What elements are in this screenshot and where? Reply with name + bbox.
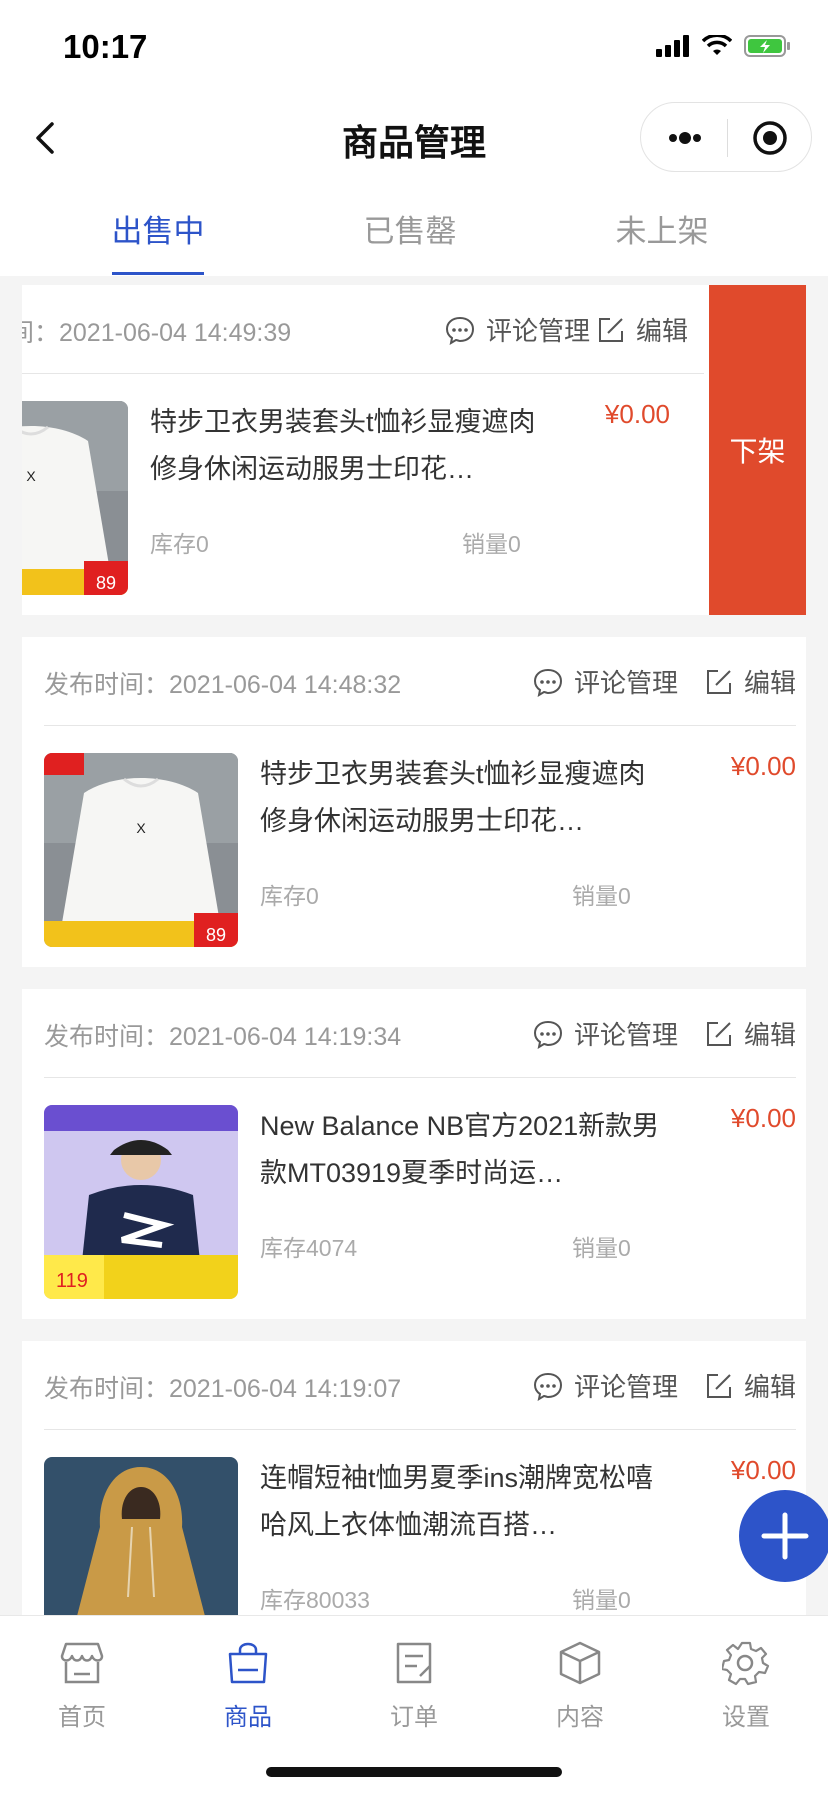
- product-price: ¥0.00: [604, 399, 670, 429]
- product-price: ¥0.00: [730, 1455, 796, 1485]
- product-price: ¥0.00: [730, 751, 796, 781]
- store-icon: [60, 1642, 104, 1684]
- publish-time: 发布时间：2021-06-04 14:49:39: [22, 319, 292, 347]
- add-product-button[interactable]: [738, 1489, 828, 1583]
- edit-button[interactable]: 编辑: [704, 663, 796, 700]
- comment-icon: [533, 1020, 563, 1049]
- sales-count: 销量0: [572, 1235, 631, 1261]
- publish-time: 发布时间：2021-06-04 14:19:07: [44, 1375, 402, 1403]
- comment-manage-button[interactable]: 评论管理: [444, 311, 590, 348]
- product-card[interactable]: 发布时间：2021-06-04 14:19:07 评论管理 编辑 连帽短袖t恤男…: [22, 1341, 806, 1615]
- status-tabs: 出售中 已售罄 未上架: [0, 184, 828, 276]
- tabbar-item-orders[interactable]: 订单: [359, 1640, 469, 1732]
- signal-icon: [656, 35, 689, 57]
- tabbar-item-settings[interactable]: 设置: [691, 1640, 801, 1732]
- product-title: 特步卫衣男装套头t恤衫显瘦遮肉修身休闲运动服男士印花…: [260, 759, 646, 836]
- product-title: 连帽短袖t恤男夏季ins潮牌宽松嘻哈风上衣体恤潮流百搭…: [260, 1463, 654, 1540]
- svg-text:89: 89: [96, 573, 116, 593]
- tabbar-item-products[interactable]: 商品: [193, 1640, 303, 1732]
- battery-icon: [744, 35, 790, 57]
- stock-count: 库存4074: [260, 1235, 358, 1261]
- sales-count: 销量0: [572, 883, 631, 909]
- edit-icon: [707, 1373, 731, 1398]
- stock-count: 库存80033: [260, 1587, 370, 1613]
- comment-icon: [445, 316, 475, 345]
- comment-icon: [533, 668, 563, 697]
- product-card[interactable]: 发布时间：2021-06-04 14:49:39 评论管理 编辑 X 89 特步…: [22, 285, 709, 615]
- comment-manage-button[interactable]: 评论管理: [532, 663, 678, 700]
- box-icon: [559, 1641, 601, 1685]
- product-price: ¥0.00: [730, 1103, 796, 1133]
- svg-text:X: X: [136, 820, 146, 836]
- gear-icon: [720, 1641, 770, 1686]
- product-title: New Balance NB官方2021新款男款MT03919夏季时尚运…: [260, 1111, 660, 1188]
- tab-on-sale[interactable]: 出售中: [48, 206, 268, 251]
- shopping-bag-icon: [228, 1642, 268, 1684]
- tabbar-item-content[interactable]: 内容: [525, 1640, 635, 1732]
- tab-not-listed[interactable]: 未上架: [552, 206, 772, 251]
- edit-button[interactable]: 编辑: [596, 311, 688, 348]
- product-thumbnail: [44, 1457, 238, 1615]
- sales-count: 销量0: [572, 1587, 631, 1613]
- close-miniprogram-icon[interactable]: [751, 119, 789, 157]
- home-indicator: [266, 1767, 562, 1777]
- product-card[interactable]: 发布时间：2021-06-04 14:19:34 评论管理 编辑 119 New: [22, 989, 806, 1319]
- sales-count: 销量0: [462, 531, 521, 557]
- edit-button[interactable]: 编辑: [704, 1015, 796, 1052]
- wifi-icon: [702, 35, 732, 55]
- edit-button[interactable]: 编辑: [704, 1367, 796, 1404]
- stock-count: 库存0: [260, 883, 319, 909]
- status-time: 10:17: [63, 28, 148, 65]
- product-card[interactable]: 发布时间：2021-06-04 14:48:32 评论管理 编辑 X 89 特步…: [22, 637, 806, 967]
- svg-text:89: 89: [206, 925, 226, 945]
- more-icon[interactable]: [663, 123, 707, 153]
- order-icon: [396, 1642, 432, 1684]
- nav-bar: 商品管理: [0, 96, 828, 184]
- product-thumbnail: X 89: [22, 401, 128, 595]
- edit-icon: [707, 1021, 731, 1046]
- publish-time: 发布时间：2021-06-04 14:19:34: [44, 1023, 402, 1051]
- edit-icon: [707, 669, 731, 694]
- tab-sold-out[interactable]: 已售罄: [300, 206, 520, 251]
- edit-icon: [599, 317, 623, 342]
- comment-manage-button[interactable]: 评论管理: [532, 1015, 678, 1052]
- svg-text:X: X: [26, 468, 36, 484]
- comment-icon: [533, 1372, 563, 1401]
- product-thumbnail: X 89: [44, 753, 238, 947]
- active-tab-indicator: [112, 272, 204, 275]
- comment-manage-button[interactable]: 评论管理: [532, 1367, 678, 1404]
- product-thumbnail: 119: [44, 1105, 238, 1299]
- off-shelf-button[interactable]: 下架: [709, 285, 806, 615]
- tabbar-item-home[interactable]: 首页: [27, 1640, 137, 1732]
- product-title: 特步卫衣男装套头t恤衫显瘦遮肉修身休闲运动服男士印花…: [150, 407, 536, 484]
- svg-text:119: 119: [56, 1270, 88, 1292]
- mini-program-capsule: [640, 102, 812, 172]
- status-bar: 10:17: [0, 0, 828, 96]
- publish-time: 发布时间：2021-06-04 14:48:32: [44, 671, 402, 699]
- stock-count: 库存0: [150, 531, 209, 557]
